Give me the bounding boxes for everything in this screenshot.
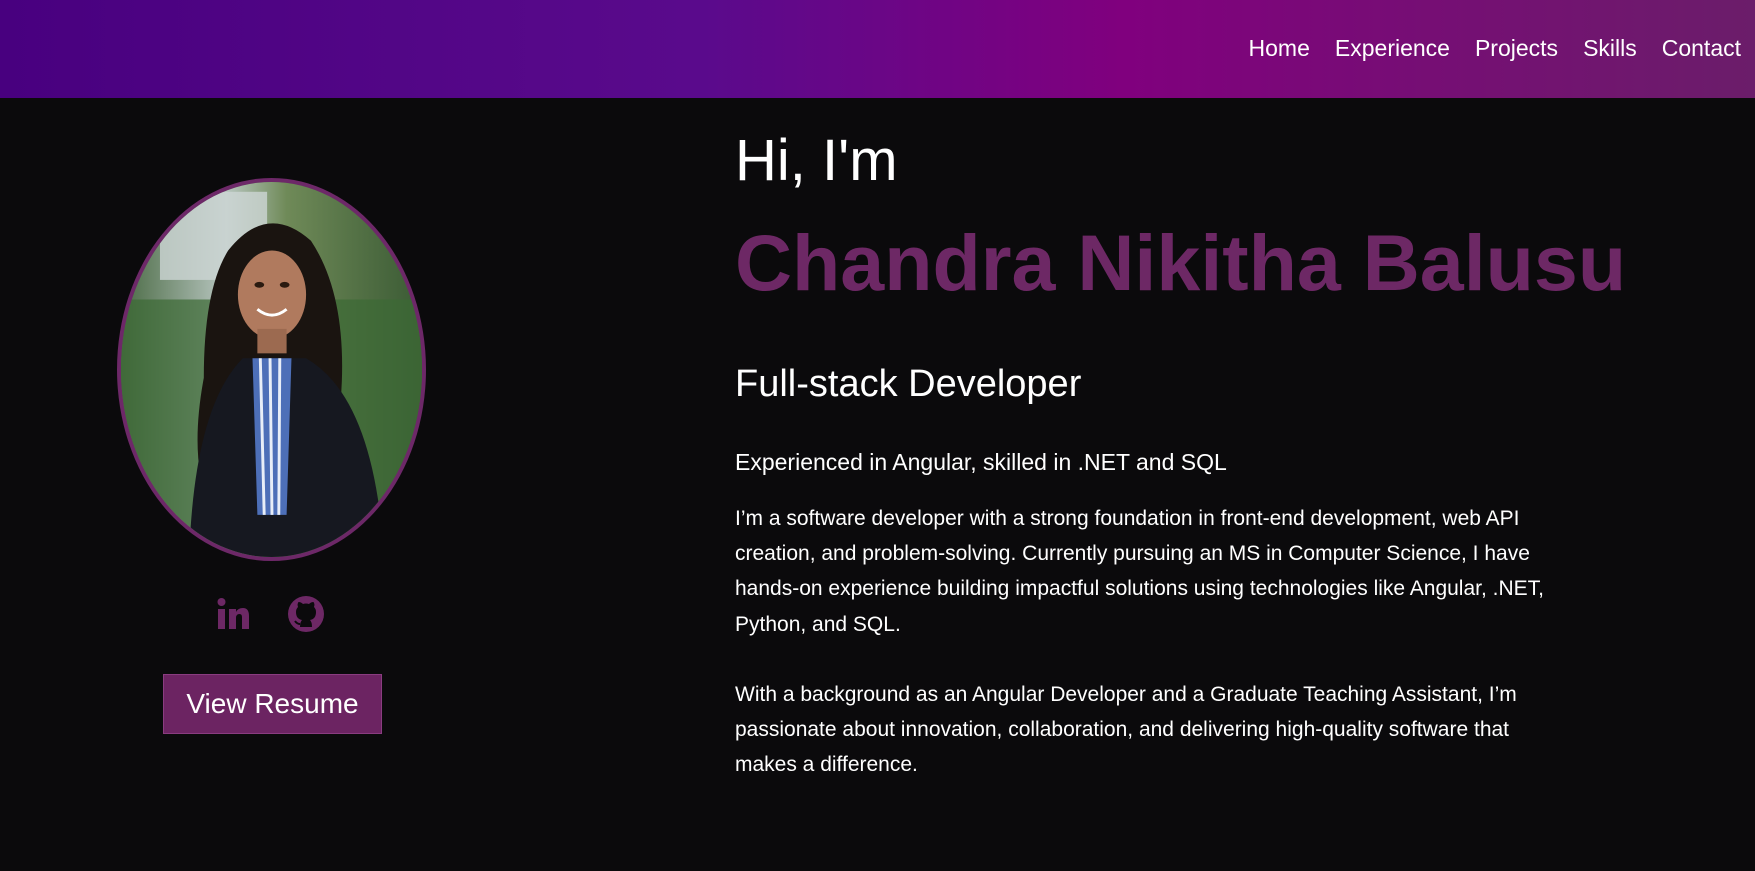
nav-skills-link[interactable]: Skills — [1583, 34, 1637, 62]
profile-photo — [117, 178, 426, 561]
linkedin-icon[interactable] — [213, 594, 253, 634]
nav-projects-link[interactable]: Projects — [1475, 34, 1558, 62]
hero-name: Chandra Nikitha Balusu — [735, 218, 1627, 307]
top-navbar: Home Experience Projects Skills Contact — [0, 0, 1755, 98]
greeting-text: Hi, I'm — [735, 128, 898, 193]
bio-paragraph: With a background as an Angular Develope… — [735, 682, 1517, 777]
hero-tagline: Experienced in Angular, skilled in .NET … — [735, 449, 1227, 475]
view-resume-button[interactable]: View Resume — [163, 674, 382, 734]
social-links — [213, 594, 326, 634]
hero-role: Full-stack Developer — [735, 363, 1082, 405]
hero-bio: I’m a software developer with a strong f… — [735, 501, 1550, 817]
main-nav: Home Experience Projects Skills Contact — [1224, 34, 1741, 62]
nav-home-link[interactable]: Home — [1249, 34, 1310, 62]
bio-paragraph: I’m a software developer with a strong f… — [735, 507, 1544, 636]
nav-experience-link[interactable]: Experience — [1335, 34, 1450, 62]
github-icon[interactable] — [286, 594, 326, 634]
nav-contact-link[interactable]: Contact — [1662, 34, 1741, 62]
profile-column: View Resume — [0, 98, 545, 871]
